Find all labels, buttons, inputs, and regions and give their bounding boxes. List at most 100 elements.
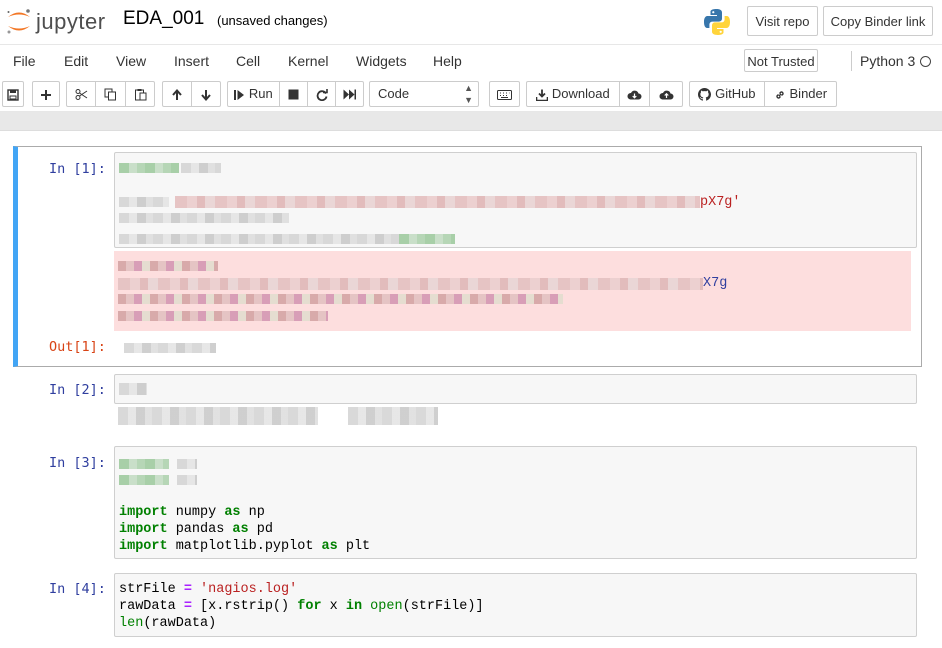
header: jupyter EDA_001 (unsaved changes) Visit … [0, 0, 942, 44]
restart-button[interactable] [307, 81, 336, 107]
arrow-up-icon [172, 88, 182, 100]
menu-file[interactable]: File [13, 53, 36, 69]
kernel-idle-indicator-icon [920, 56, 931, 67]
input-prompt: In [2]: [49, 382, 106, 398]
code-line: rawData = [x.rstrip() for x in open(strF… [119, 599, 484, 614]
redacted-output [124, 343, 216, 353]
output-prompt: Out[1]: [49, 339, 106, 355]
redacted-code [119, 163, 179, 173]
plus-icon [41, 89, 51, 100]
jupyter-wordmark: jupyter [36, 9, 106, 34]
move-up-button[interactable] [162, 81, 192, 107]
input-prompt: In [3]: [49, 455, 106, 471]
cell-type-select[interactable]: Code ▲ ▼ [369, 81, 479, 107]
menu-edit[interactable]: Edit [64, 53, 88, 69]
redacted-code [119, 475, 169, 485]
divider [851, 51, 852, 71]
keyboard-icon [497, 89, 512, 100]
copy-icon [104, 88, 116, 101]
download-button[interactable]: Download [526, 81, 620, 107]
copy-binder-link-button[interactable]: Copy Binder link [823, 6, 933, 36]
move-down-button[interactable] [191, 81, 221, 107]
autosave-status: (unsaved changes) [217, 13, 328, 28]
code-line: import pandas as pd [119, 522, 273, 537]
run-label: Run [248, 86, 273, 101]
menu-kernel[interactable]: Kernel [288, 53, 328, 69]
redacted-output [118, 311, 328, 321]
redacted-code [177, 475, 197, 485]
cell-type-value: Code [378, 86, 410, 101]
code-line: import matplotlib.pyplot as plt [119, 539, 371, 554]
redacted-code [119, 383, 147, 395]
github-label: GitHub [715, 86, 756, 101]
redacted-code [119, 234, 399, 244]
jupyter-logo-icon [7, 9, 30, 34]
arrow-down-icon [201, 89, 211, 101]
cell-input-area[interactable]: pX7g' [114, 152, 917, 248]
trust-status-button[interactable]: Not Trusted [744, 49, 818, 72]
fast-forward-icon [343, 89, 356, 100]
notebook-name[interactable]: EDA_001 [123, 8, 204, 30]
code-line: import numpy as np [119, 505, 265, 520]
scissors-icon [75, 89, 87, 101]
command-palette-button[interactable] [489, 81, 520, 107]
code-cell-2[interactable]: In [2]: [18, 373, 918, 433]
input-prompt: In [4]: [49, 581, 106, 597]
link-icon [776, 90, 784, 99]
redacted-code [181, 163, 221, 173]
select-arrows-icon: ▲ ▼ [464, 83, 473, 105]
redacted-output [118, 407, 318, 425]
redacted-output [348, 407, 438, 425]
paste-icon [134, 89, 146, 101]
kernel-name: Python 3 [860, 53, 916, 69]
menu-help[interactable]: Help [433, 53, 462, 69]
code-cell-3[interactable]: In [3]: import numpy as np import pandas… [18, 445, 918, 563]
visit-repo-button[interactable]: Visit repo [747, 6, 818, 36]
input-prompt: In [1]: [49, 161, 106, 177]
code-line: strFile = 'nagios.log' [119, 582, 298, 597]
save-icon [7, 88, 19, 101]
download-label: Download [551, 86, 610, 101]
menu-cell[interactable]: Cell [236, 53, 260, 69]
jupyter-logo[interactable]: jupyter [4, 6, 114, 36]
insert-cell-button[interactable] [32, 81, 60, 107]
notebook-container: In [1]: pX7g' X7g Out[1]: In [2]: In [3]… [0, 131, 942, 648]
menu-widgets[interactable]: Widgets [356, 53, 407, 69]
menubar: File Edit View Insert Cell Kernel Widget… [0, 44, 942, 78]
binder-button[interactable]: Binder [764, 81, 837, 107]
stop-icon [288, 89, 299, 100]
save-button[interactable] [2, 81, 24, 107]
code-cell-1[interactable]: In [1]: pX7g' X7g Out[1]: [13, 146, 922, 367]
copy-button[interactable] [95, 81, 126, 107]
restart-run-all-button[interactable] [335, 81, 364, 107]
cell-input-area[interactable]: import numpy as np import pandas as pd i… [114, 446, 917, 559]
cell-input-area[interactable]: strFile = 'nagios.log' rawData = [x.rstr… [114, 573, 917, 637]
redacted-output [118, 278, 703, 290]
redacted-code [177, 459, 197, 469]
cut-button[interactable] [66, 81, 96, 107]
redacted-output [118, 261, 218, 271]
header-separator [0, 112, 942, 131]
download-icon [535, 89, 549, 101]
redacted-code [119, 197, 169, 207]
cloud-download-button[interactable] [619, 81, 650, 107]
interrupt-button[interactable] [279, 81, 308, 107]
redo-icon [316, 88, 328, 101]
redacted-code [119, 459, 169, 469]
code-cell-4[interactable]: In [4]: strFile = 'nagios.log' rawData =… [18, 572, 918, 638]
menu-view[interactable]: View [116, 53, 146, 69]
cell-input-area[interactable] [114, 374, 917, 404]
menu-insert[interactable]: Insert [174, 53, 209, 69]
cloud-upload-icon [658, 90, 673, 100]
redacted-code [119, 213, 289, 223]
step-forward-icon [234, 89, 245, 100]
cloud-download-icon [627, 90, 642, 100]
toolbar: Run Code ▲ ▼ Download GitHub Binder [0, 77, 942, 112]
binder-label: Binder [789, 86, 828, 101]
run-button[interactable]: Run [227, 81, 280, 107]
redacted-output [118, 294, 563, 304]
python-logo-icon [704, 9, 730, 35]
paste-button[interactable] [125, 81, 155, 107]
cloud-upload-button[interactable] [649, 81, 683, 107]
github-button[interactable]: GitHub [689, 81, 765, 107]
